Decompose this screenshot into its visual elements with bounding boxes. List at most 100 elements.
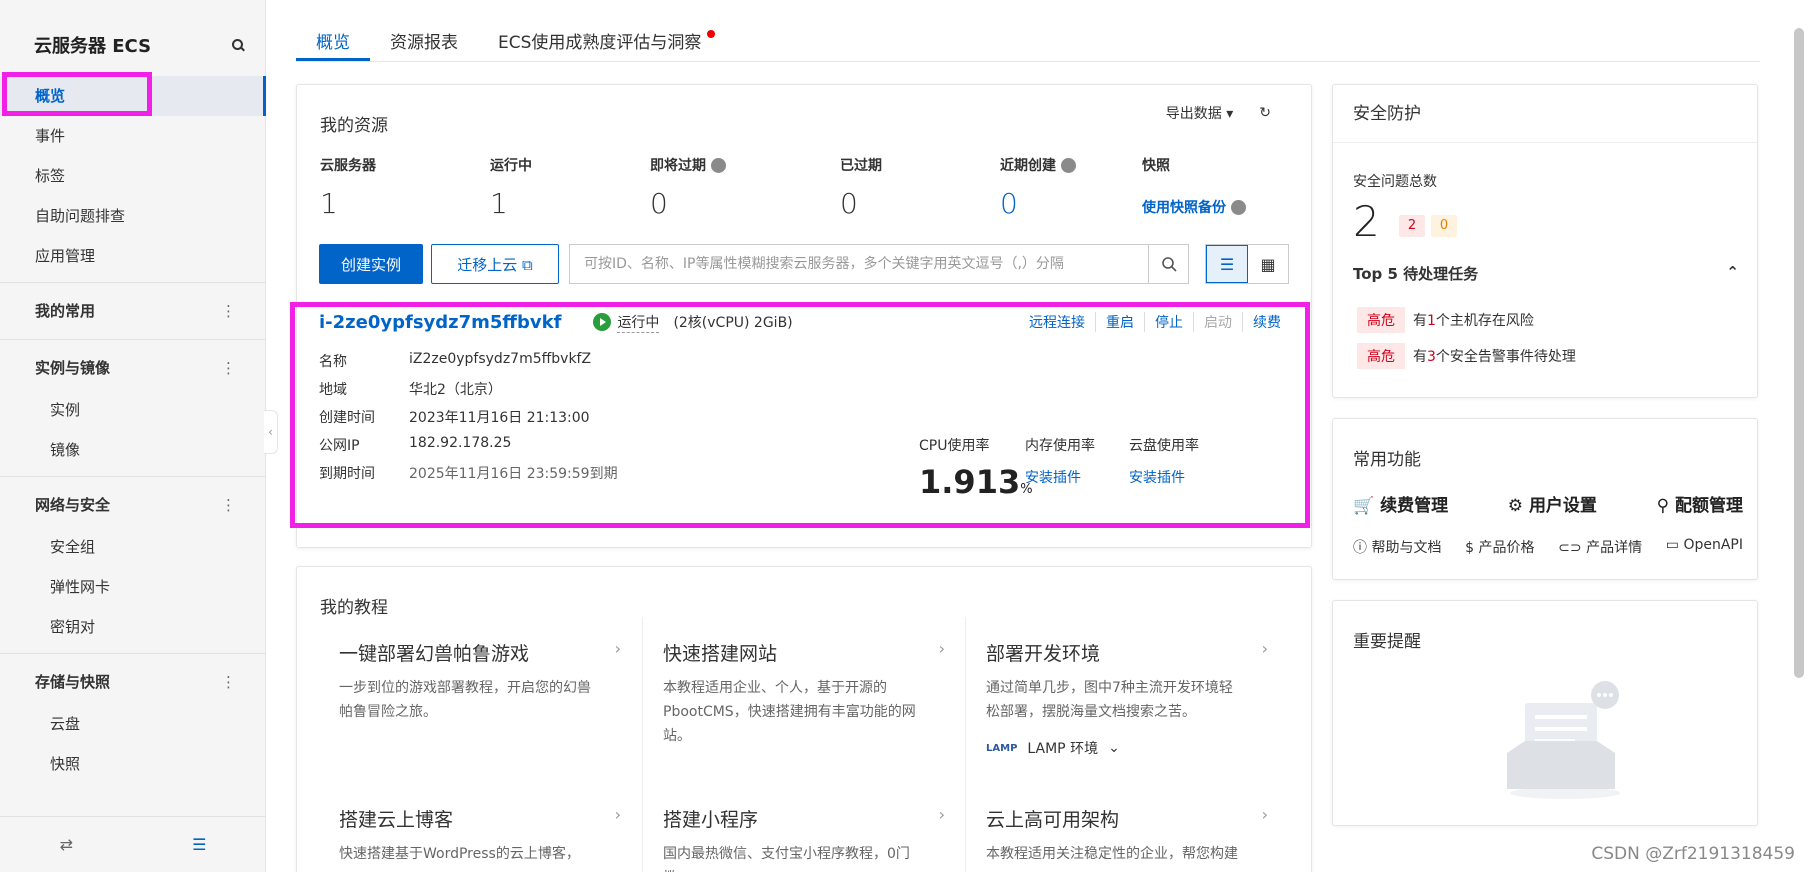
field-key: 公网IP	[319, 438, 360, 454]
divider	[0, 476, 266, 477]
notice-title: 重要提醒	[1353, 632, 1421, 652]
security-total-label: 安全问题总数	[1353, 174, 1437, 190]
sidebar-item-events[interactable]: 事件	[0, 116, 266, 156]
more-icon[interactable]: ⋮	[221, 483, 236, 527]
chevron-right-icon: ›	[1261, 639, 1268, 658]
tab-resource-report[interactable]: 资源报表	[370, 22, 478, 61]
sidebar-item-tags[interactable]: 标签	[0, 156, 266, 196]
product-details-link[interactable]: ⊂⊃ 产品详情	[1558, 537, 1642, 557]
help-icon[interactable]	[1231, 199, 1246, 215]
sidebar-collapse-handle[interactable]: ‹	[264, 410, 278, 454]
sidebar-item-images[interactable]: 镜像	[0, 430, 266, 470]
snapshot-backup-link[interactable]: 使用快照备份	[1142, 197, 1246, 217]
grid-view-icon[interactable]: ▦	[1248, 245, 1288, 283]
stat-value[interactable]: 0	[840, 187, 882, 220]
tutorial-item[interactable]: 部署开发环境 › 通过简单几步，图中7种主流开发环境轻松部署，摆脱海量文档搜索之…	[986, 639, 1286, 758]
top5-header[interactable]: Top 5 待处理任务 ⌃	[1353, 263, 1739, 284]
swap-icon[interactable]: ⇄	[60, 835, 73, 854]
more-icon[interactable]: ⋮	[221, 289, 236, 333]
stat-value[interactable]: 1	[320, 187, 376, 220]
search-icon[interactable]	[230, 37, 246, 53]
sidebar-item-snapshots[interactable]: 快照	[0, 744, 266, 784]
tutorial-title: 搭建小程序	[663, 809, 759, 831]
tutorial-title: 部署开发环境	[986, 643, 1101, 665]
instance-id-link[interactable]: i-2ze0ypfsydz7m5ffbvkf	[319, 312, 561, 333]
quota-management-button[interactable]: ⚲ 配额管理	[1657, 491, 1743, 516]
tutorial-desc: 国内最热微信、支付宝小程序教程，0门槛	[663, 846, 910, 872]
field-created: 创建时间 2023年11月16日 21:13:00	[319, 407, 590, 427]
link-label: OpenAPI	[1683, 537, 1743, 553]
export-data-dropdown[interactable]: 导出数据 ▾	[1166, 103, 1233, 123]
search-input[interactable]	[570, 245, 1148, 283]
chevron-up-icon[interactable]: ⌃	[1726, 263, 1739, 284]
group-label: 我的常用	[35, 302, 96, 320]
remote-connect-link[interactable]: 远程连接	[1019, 312, 1095, 332]
link-label: 帮助与文档	[1371, 540, 1442, 556]
page-scrollbar[interactable]	[1794, 28, 1804, 678]
stat-expiring: 即将过期 0	[650, 155, 726, 220]
renew-link[interactable]: 续费	[1242, 312, 1291, 332]
functions-row: 🛒 续费管理 ⚙ 用户设置 ⚲ 配额管理	[1353, 491, 1743, 516]
user-settings-button[interactable]: ⚙ 用户设置	[1508, 491, 1597, 516]
sidebar-item-security-groups[interactable]: 安全组	[0, 527, 266, 567]
refresh-icon[interactable]: ↻	[1259, 105, 1271, 121]
sidebar-group-network-security[interactable]: 网络与安全 ⋮	[0, 483, 266, 527]
more-icon[interactable]: ⋮	[221, 660, 236, 704]
help-icon[interactable]	[711, 157, 726, 173]
more-icon[interactable]: ⋮	[221, 346, 236, 390]
stop-link[interactable]: 停止	[1144, 312, 1193, 332]
high-risk-tag: 高危	[1357, 307, 1405, 333]
instance-spec: (2核(vCPU) 2GiB)	[673, 315, 793, 331]
field-value: 2023年11月16日 21:13:00	[409, 410, 590, 426]
tutorial-item[interactable]: 云上高可用架构 › 本教程适用关注稳定性的企业，帮您构建	[986, 805, 1286, 866]
help-docs-link[interactable]: ⓘ 帮助与文档	[1353, 537, 1441, 557]
security-total[interactable]: 2	[1353, 197, 1380, 246]
chevron-right-icon: ›	[614, 805, 621, 824]
migrate-button[interactable]: 迁移上云 ⧉	[431, 244, 559, 284]
risk-item[interactable]: 高危 有1个主机存在风险	[1357, 307, 1534, 333]
stat-value[interactable]: 1	[490, 187, 532, 220]
risk-text: 有3个安全告警事件待处理	[1413, 346, 1576, 366]
openapi-link[interactable]: ▭ OpenAPI	[1666, 537, 1743, 557]
chevron-right-icon: ›	[938, 805, 945, 824]
stat-value[interactable]: 0	[1000, 187, 1076, 220]
lamp-env-dropdown[interactable]: LAMP LAMP 环境 ⌄	[986, 738, 1286, 758]
tutorial-item[interactable]: 快速搭建网站 › 本教程适用企业、个人，基于开源的PbootCMS，快速搭建拥有…	[663, 639, 963, 748]
create-instance-button[interactable]: 创建实例	[319, 244, 423, 284]
stat-recent: 近期创建 0	[1000, 155, 1076, 220]
pricing-link[interactable]: $ 产品价格	[1465, 537, 1534, 557]
tutorial-item[interactable]: 搭建云上博客 › 快速搭建基于WordPress的云上博客，	[339, 805, 639, 866]
instance-header: i-2ze0ypfsydz7m5ffbvkf 运行中 (2核(vCPU) 2Gi…	[319, 307, 1291, 337]
tutorial-item[interactable]: 一键部署幻兽帕鲁游戏 › 一步到位的游戏部署教程，开启您的幻兽帕鲁冒险之旅。	[339, 639, 639, 724]
disk-install-plugin-link[interactable]: 安装插件	[1129, 467, 1199, 487]
export-label: 导出数据	[1165, 106, 1222, 122]
search-button[interactable]	[1148, 245, 1188, 283]
restart-link[interactable]: 重启	[1095, 312, 1144, 332]
risk-item[interactable]: 高危 有3个安全告警事件待处理	[1357, 343, 1576, 369]
sidebar-item-instances[interactable]: 实例	[0, 390, 266, 430]
sidebar-group-storage-snapshots[interactable]: 存储与快照 ⋮	[0, 660, 266, 704]
list-view-icon[interactable]: ☰	[1206, 245, 1248, 283]
sidebar-item-app-management[interactable]: 应用管理	[0, 236, 266, 276]
tutorial-item[interactable]: 搭建小程序 › 国内最热微信、支付宝小程序教程，0门槛	[663, 805, 963, 872]
sidebar-item-self-diagnosis[interactable]: 自助问题排查	[0, 196, 266, 236]
sidebar-item-keypairs[interactable]: 密钥对	[0, 607, 266, 647]
divider	[0, 339, 266, 340]
renewal-management-button[interactable]: 🛒 续费管理	[1353, 491, 1448, 516]
memory-install-plugin-link[interactable]: 安装插件	[1025, 467, 1095, 487]
start-link: 启动	[1193, 312, 1242, 332]
tab-overview[interactable]: 概览	[296, 22, 370, 61]
help-icon[interactable]	[1061, 157, 1076, 173]
stat-value[interactable]: 0	[650, 187, 726, 220]
field-key: 名称	[319, 354, 347, 370]
tab-maturity[interactable]: ECS使用成熟度评估与洞察	[478, 22, 721, 61]
tab-label: ECS使用成熟度评估与洞察	[498, 33, 702, 53]
top5-label: Top 5 待处理任务	[1353, 265, 1479, 283]
sidebar-group-favorites[interactable]: 我的常用 ⋮	[0, 289, 266, 333]
sidebar-item-eni[interactable]: 弹性网卡	[0, 567, 266, 607]
cpu-value: 1.913%	[919, 463, 1033, 501]
doc-icon[interactable]: ☰	[192, 835, 206, 854]
sidebar-item-disks[interactable]: 云盘	[0, 704, 266, 744]
sidebar-item-overview[interactable]: 概览	[0, 76, 266, 116]
sidebar-group-instances-images[interactable]: 实例与镜像 ⋮	[0, 346, 266, 390]
